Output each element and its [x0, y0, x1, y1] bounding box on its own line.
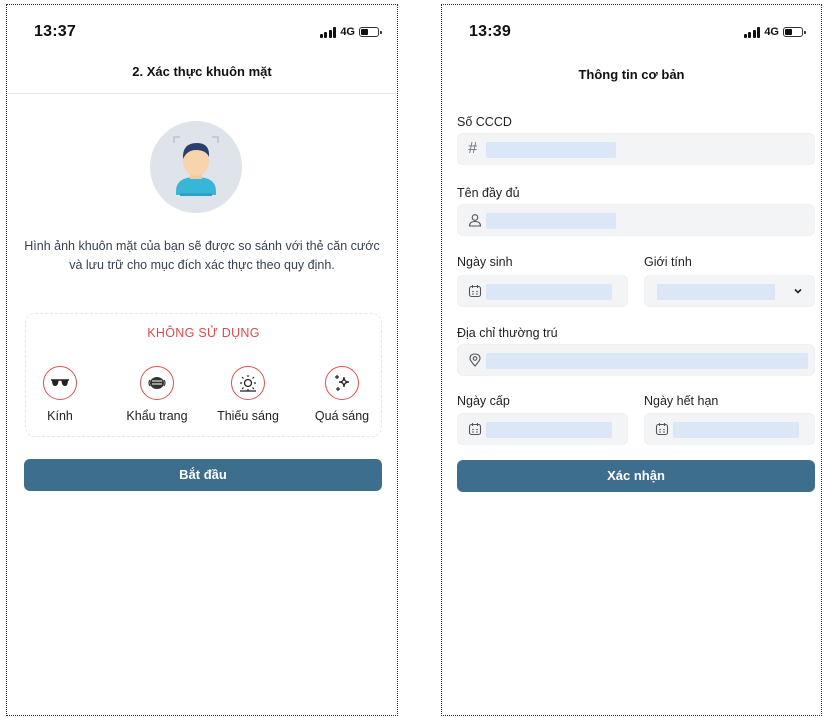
network-type: 4G [764, 26, 779, 38]
address-value-masked [486, 353, 808, 369]
calendar-icon [468, 423, 482, 436]
signal-icon [743, 26, 761, 38]
gender-value-masked [657, 284, 775, 300]
battery-icon [359, 27, 382, 37]
person-face-icon [173, 136, 219, 196]
status-bar: 13:37 4G [7, 5, 397, 53]
dob-value-masked [486, 284, 612, 300]
face-verification-screen: 13:37 4G 2. Xác thực khuôn mặt Hình ảnh … [6, 4, 398, 716]
not-use-item-glasses: Kính [20, 366, 100, 423]
mask-icon [140, 366, 174, 400]
full-name-value-masked [486, 213, 616, 229]
calendar-icon [655, 423, 669, 436]
start-button[interactable]: Bắt đầu [24, 459, 382, 491]
status-indicators: 4G [743, 26, 806, 38]
id-number-label: Số CCCD [457, 115, 512, 129]
dob-label: Ngày sinh [457, 255, 513, 269]
signal-icon [319, 26, 337, 38]
face-verification-description: Hình ảnh khuôn mặt của bạn sẽ được so sá… [24, 239, 380, 272]
issue-date-label: Ngày cấp [457, 394, 510, 408]
hash-icon: # [468, 140, 477, 157]
status-time: 13:37 [34, 23, 76, 40]
not-use-label: Quá sáng [314, 409, 370, 423]
basic-info-screen: 13:39 4G Thông tin cơ bản Số CCCD # Tên … [441, 4, 822, 716]
chevron-down-icon [794, 288, 802, 294]
not-use-item-mask: Khẩu trang [117, 366, 197, 423]
confirm-button[interactable]: Xác nhận [457, 460, 815, 492]
address-label: Địa chỉ thường trú [457, 326, 558, 340]
not-use-label: Khẩu trang [126, 409, 188, 423]
not-use-item-over-light: Quá sáng [302, 366, 382, 423]
not-use-item-low-light: Thiếu sáng [208, 366, 288, 423]
status-bar: 13:39 4G [442, 5, 821, 53]
issue-date-value-masked [486, 422, 612, 438]
low-light-icon [231, 366, 265, 400]
header-divider [7, 93, 397, 94]
expiry-date-label: Ngày hết hạn [644, 394, 719, 408]
calendar-icon [468, 285, 482, 298]
do-not-use-title: KHÔNG SỬ DỤNG [147, 326, 260, 340]
gender-label: Giới tính [644, 255, 692, 269]
network-type: 4G [340, 26, 355, 38]
expiry-date-value-masked [673, 422, 799, 438]
status-indicators: 4G [319, 26, 382, 38]
dob-field[interactable] [457, 275, 628, 307]
face-avatar-illustration [150, 121, 242, 213]
gender-select[interactable] [644, 275, 815, 307]
full-name-label: Tên đầy đủ [457, 186, 520, 200]
page-title: Thông tin cơ bản [578, 67, 685, 82]
sparkle-icon [325, 366, 359, 400]
do-not-use-panel: KHÔNG SỬ DỤNG Kính Khẩu trang Thiếu sáng… [25, 313, 382, 437]
id-number-value-masked [486, 142, 616, 158]
id-number-field[interactable]: # [457, 133, 815, 165]
address-field[interactable] [457, 344, 815, 376]
expiry-date-field[interactable] [644, 413, 815, 445]
user-icon [468, 214, 482, 227]
location-pin-icon [469, 353, 481, 367]
status-time: 13:39 [469, 23, 511, 40]
battery-icon [783, 27, 806, 37]
page-title: 2. Xác thực khuôn mặt [132, 64, 272, 79]
not-use-label: Thiếu sáng [217, 409, 279, 423]
issue-date-field[interactable] [457, 413, 628, 445]
not-use-label: Kính [47, 409, 73, 423]
full-name-field[interactable] [457, 204, 815, 236]
glasses-icon [43, 366, 77, 400]
